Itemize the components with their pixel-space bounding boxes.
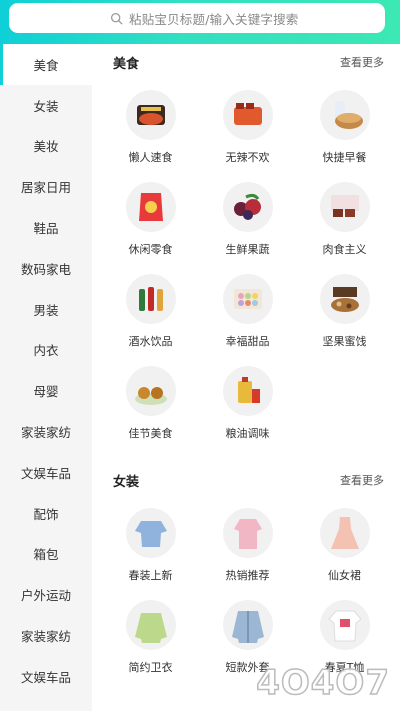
subcategory-label: 坚果蜜饯: [322, 335, 367, 348]
search-icon: [110, 12, 123, 24]
subcategory-fairy-dress[interactable]: 仙女裙: [296, 498, 393, 590]
sidebar-item-label: 女装: [33, 98, 59, 114]
sidebar-item-mens[interactable]: 男装: [0, 289, 92, 330]
sidebar-item-label: 箱包: [33, 547, 59, 563]
spicy-snack-icon: [222, 90, 273, 140]
subcategory-label: 快捷早餐: [322, 151, 367, 164]
category-sidebar: 美食 女装 美妆 居家日用 鞋品 数码家电 男装 内衣 母婴 家装家纺 文娱车品…: [0, 44, 92, 711]
sidebar-item-digital[interactable]: 数码家电: [0, 248, 92, 289]
shirt-icon: [222, 508, 273, 558]
sidebar-item-entertainment-2[interactable]: 文娱车品: [0, 656, 92, 697]
sidebar-item-home[interactable]: 居家日用: [0, 166, 92, 207]
sidebar-item-baby[interactable]: 母婴: [0, 370, 92, 411]
subcategory-label: 懒人速食: [128, 151, 173, 164]
sidebar-item-outdoor[interactable]: 户外运动: [0, 574, 92, 615]
subcategory-hoodie[interactable]: 简约卫衣: [102, 590, 199, 682]
macaron-icon: [222, 274, 273, 324]
bread-icon: [319, 90, 370, 140]
subcategory-label: 粮油调味: [225, 427, 270, 440]
sidebar-item-label: 美妆: [33, 139, 59, 155]
subcategory-label: 春装上新: [128, 569, 173, 582]
view-more-link[interactable]: 查看更多: [340, 54, 384, 70]
subcategory-hot-picks[interactable]: 热销推荐: [199, 498, 296, 590]
subcategory-fresh-produce[interactable]: 生鲜果蔬: [199, 172, 296, 264]
bottles-icon: [125, 274, 176, 324]
search-placeholder: 粘贴宝贝标题/输入关键字搜索: [129, 11, 299, 27]
oil-bottle-icon: [222, 366, 273, 416]
subcategory-grain-oil[interactable]: 粮油调味: [199, 356, 296, 448]
subcategory-spicy[interactable]: 无辣不欢: [199, 80, 296, 172]
category-content: 美食 查看更多 懒人速食 无辣不欢 快捷早餐 休闲零食 生鲜果蔬 肉食主义 酒水…: [92, 44, 400, 711]
subcategory-label: 酒水饮品: [128, 335, 173, 348]
tshirt-icon: [319, 600, 370, 650]
sidebar-item-label: 家装家纺: [20, 425, 71, 441]
watermark-logo: 4O4O7: [255, 662, 390, 704]
search-input[interactable]: 粘贴宝贝标题/输入关键字搜索: [9, 3, 385, 33]
instant-noodle-icon: [125, 90, 176, 140]
section-title: 美食: [113, 56, 140, 72]
sidebar-item-food[interactable]: 美食: [0, 44, 92, 85]
subcategory-label: 仙女裙: [328, 569, 361, 582]
sidebar-item-label: 美食: [33, 57, 59, 73]
subcategory-snacks[interactable]: 休闲零食: [102, 172, 199, 264]
sidebar-item-label: 居家日用: [20, 180, 71, 196]
subcategory-label: 无辣不欢: [225, 151, 270, 164]
section-womens: 女装 查看更多 春装上新 热销推荐 仙女裙 简约卫衣 短款外套 春夏T恤: [92, 462, 400, 682]
sidebar-item-womens[interactable]: 女装: [0, 85, 92, 126]
mooncake-icon: [125, 366, 176, 416]
sidebar-item-shoes[interactable]: 鞋品: [0, 207, 92, 248]
meat-box-icon: [319, 182, 370, 232]
subcategory-lazy-food[interactable]: 懒人速食: [102, 80, 199, 172]
sidebar-item-label: 文娱车品: [20, 465, 71, 481]
section-title: 女装: [113, 474, 140, 490]
sidebar-item-underwear[interactable]: 内衣: [0, 330, 92, 371]
sidebar-item-label: 内衣: [33, 343, 59, 359]
subcategory-festival-food[interactable]: 佳节美食: [102, 356, 199, 448]
sidebar-item-label: 户外运动: [20, 588, 71, 604]
chips-bag-icon: [125, 182, 176, 232]
blouse-icon: [125, 508, 176, 558]
subcategory-drinks[interactable]: 酒水饮品: [102, 264, 199, 356]
view-more-link[interactable]: 查看更多: [340, 472, 384, 488]
sidebar-item-textiles-2[interactable]: 家装家纺: [0, 615, 92, 656]
subcategory-spring-new[interactable]: 春装上新: [102, 498, 199, 590]
subcategory-label: 佳节美食: [128, 427, 173, 440]
sidebar-item-label: 数码家电: [20, 261, 71, 277]
subcategory-label: 休闲零食: [128, 243, 173, 256]
subcategory-breakfast[interactable]: 快捷早餐: [296, 80, 393, 172]
subcategory-label: 生鲜果蔬: [225, 243, 270, 256]
sidebar-item-label: 母婴: [33, 384, 59, 400]
subcategory-label: 简约卫衣: [128, 661, 173, 674]
sidebar-item-accessories[interactable]: 配饰: [0, 493, 92, 534]
header-bar: 粘贴宝贝标题/输入关键字搜索: [0, 0, 400, 44]
subcategory-nuts[interactable]: 坚果蜜饯: [296, 264, 393, 356]
sidebar-item-label: 鞋品: [33, 221, 59, 237]
section-food: 美食 查看更多 懒人速食 无辣不欢 快捷早餐 休闲零食 生鲜果蔬 肉食主义 酒水…: [92, 44, 400, 448]
dress-icon: [319, 508, 370, 558]
subcategory-desserts[interactable]: 幸福甜品: [199, 264, 296, 356]
jacket-icon: [222, 600, 273, 650]
sidebar-item-bags[interactable]: 箱包: [0, 534, 92, 575]
sidebar-item-label: 男装: [33, 302, 59, 318]
subcategory-label: 幸福甜品: [225, 335, 270, 348]
nuts-box-icon: [319, 274, 370, 324]
sidebar-item-label: 家装家纺: [20, 629, 71, 645]
sidebar-item-beauty[interactable]: 美妆: [0, 126, 92, 167]
subcategory-label: 肉食主义: [322, 243, 367, 256]
hoodie-icon: [125, 600, 176, 650]
subcategory-label: 热销推荐: [225, 569, 270, 582]
sidebar-item-textiles[interactable]: 家装家纺: [0, 411, 92, 452]
sidebar-item-label: 文娱车品: [20, 669, 71, 685]
subcategory-meat[interactable]: 肉食主义: [296, 172, 393, 264]
sidebar-item-entertainment[interactable]: 文娱车品: [0, 452, 92, 493]
fruit-icon: [222, 182, 273, 232]
sidebar-item-label: 配饰: [33, 506, 59, 522]
